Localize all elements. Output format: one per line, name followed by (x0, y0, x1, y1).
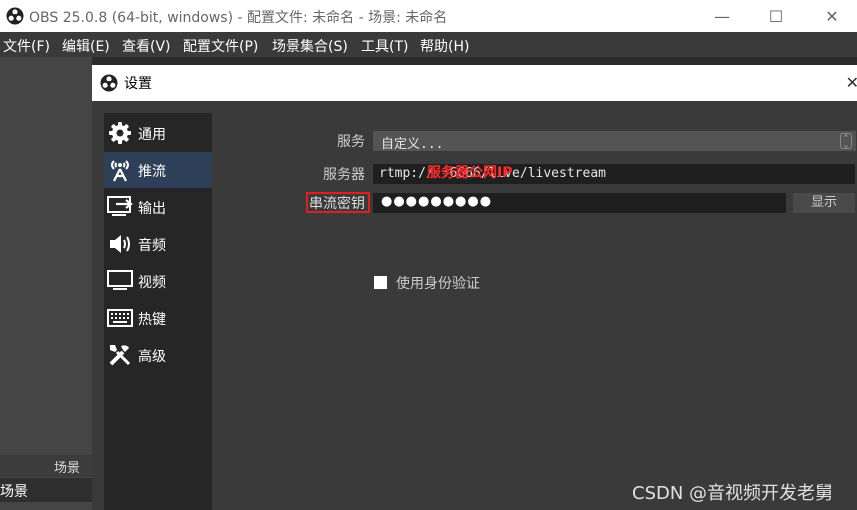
scene-list-item-label: 场景 (0, 484, 28, 500)
settings-nav: 通用 推流 输出 音频 视频 热键 高级 (104, 113, 212, 510)
settings-dialog-title: 设置 (124, 76, 152, 92)
nav-item-hotkeys[interactable]: 热键 (104, 300, 212, 336)
show-key-button[interactable]: 显示 (793, 193, 855, 213)
server-label: 服务器 (323, 167, 365, 183)
service-select[interactable]: 自定义... ⌃ ⌄ (373, 131, 856, 152)
broadcast-antenna-icon (107, 158, 133, 182)
obs-logo-icon (6, 7, 24, 25)
stream-key-input-value: ●●●●●●●●● (381, 194, 493, 209)
nav-item-general[interactable]: 通用 (104, 115, 212, 151)
server-ip-annotation: 服务器公网IP (427, 165, 513, 181)
menu-file[interactable]: 文件(F) (3, 36, 50, 56)
scenes-dock-header: 场景 (0, 455, 92, 477)
menu-tools[interactable]: 工具(T) (361, 36, 408, 56)
csdn-watermark: CSDN @音视频开发老舅 (632, 483, 834, 504)
nav-label-advanced: 高级 (138, 349, 166, 365)
menu-help[interactable]: 帮助(H) (420, 36, 469, 56)
minimize-button[interactable]: — (699, 0, 745, 32)
nav-item-stream[interactable]: 推流 (104, 152, 212, 188)
nav-label-stream: 推流 (138, 164, 166, 180)
service-label: 服务 (337, 134, 365, 150)
nav-label-audio: 音频 (138, 238, 166, 254)
main-window-background (0, 57, 92, 510)
menu-bar: 文件(F) 编辑(E) 查看(V) 配置文件(P) 场景集合(S) 工具(T) … (0, 32, 857, 57)
speaker-icon (107, 232, 133, 256)
keyboard-icon (107, 306, 133, 330)
settings-dialog-titlebar: 设置 ✕ (92, 65, 857, 101)
window-titlebar: OBS 25.0.8 (64-bit, windows) - 配置文件: 未命名… (0, 0, 857, 32)
nav-label-output: 输出 (138, 201, 166, 217)
nav-label-video: 视频 (138, 275, 166, 291)
maximize-button[interactable]: ☐ (753, 0, 799, 32)
nav-label-general: 通用 (138, 127, 166, 143)
menu-scene-collection[interactable]: 场景集合(S) (272, 36, 348, 56)
tools-icon (107, 343, 133, 367)
obs-logo-icon (100, 74, 118, 92)
use-auth-checkbox[interactable] (374, 276, 387, 289)
nav-item-advanced[interactable]: 高级 (104, 337, 212, 373)
close-window-button[interactable]: ✕ (809, 0, 855, 32)
menu-edit[interactable]: 编辑(E) (62, 36, 110, 56)
nav-item-output[interactable]: 输出 (104, 189, 212, 225)
scene-list-item[interactable]: 场景 (0, 478, 92, 502)
use-auth-label[interactable]: 使用身份验证 (396, 273, 480, 293)
window-title: OBS 25.0.8 (64-bit, windows) - 配置文件: 未命名… (29, 10, 448, 26)
stream-key-input[interactable]: ●●●●●●●●● (373, 193, 786, 213)
chevron-updown-icon: ⌃ ⌄ (840, 133, 852, 149)
nav-label-hotkeys: 热键 (138, 312, 166, 328)
menu-view[interactable]: 查看(V) (122, 36, 171, 56)
settings-close-button[interactable]: ✕ (846, 73, 857, 92)
monitor-icon (107, 269, 133, 293)
service-select-value: 自定义... (381, 137, 444, 152)
nav-item-audio[interactable]: 音频 (104, 226, 212, 262)
stream-key-label: 串流密钥 (309, 196, 365, 212)
gear-icon (107, 121, 133, 145)
menu-profile[interactable]: 配置文件(P) (183, 36, 258, 56)
nav-item-video[interactable]: 视频 (104, 263, 212, 299)
scenes-dock-title: 场景 (53, 461, 80, 476)
output-monitor-icon (107, 195, 133, 219)
